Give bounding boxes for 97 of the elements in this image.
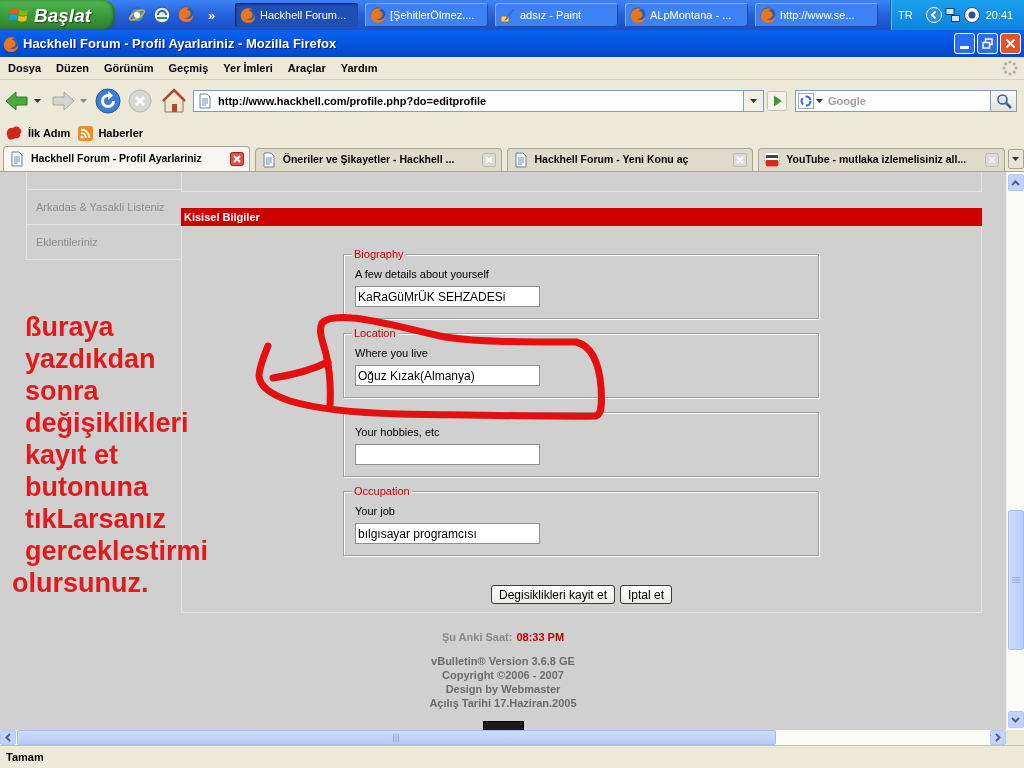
browser-icon xyxy=(240,7,256,23)
tray-app-icon[interactable] xyxy=(963,7,980,23)
form-button[interactable]: Degisiklikleri kayit et xyxy=(490,585,615,604)
chevron-down-icon xyxy=(1011,716,1020,723)
text-field[interactable]: KaRaGüMrÜK SEHZADESi xyxy=(355,286,540,307)
caret-down-icon[interactable] xyxy=(816,98,823,103)
footer-text: Copyright ©2006 - 2007 xyxy=(442,668,564,682)
footer-text: vBulletin® Version 3.6.8 GE xyxy=(431,654,575,668)
close-icon xyxy=(1005,38,1016,49)
address-field[interactable]: http://www.hackhell.com/profile.php?do=editprofile xyxy=(193,89,744,112)
browser-icon xyxy=(760,7,776,23)
tab-list-button[interactable] xyxy=(1008,149,1024,169)
section-header: Kisisel Bilgiler xyxy=(181,208,982,226)
close-icon[interactable] xyxy=(229,152,244,166)
footer-text: Design by Webmaster xyxy=(445,682,561,696)
scroll-down-button[interactable] xyxy=(1007,711,1024,728)
search-field[interactable]: Google xyxy=(795,89,991,112)
scroll-up-button[interactable] xyxy=(1007,174,1024,191)
paintbrush-icon xyxy=(500,7,516,23)
text-field[interactable] xyxy=(355,444,540,465)
chevron-up-icon xyxy=(1011,179,1020,186)
video-icon xyxy=(764,152,781,168)
page-icon xyxy=(9,151,25,167)
tab[interactable]: Hackhell Forum - Profil Ayarlariniz xyxy=(3,146,250,171)
rss-icon xyxy=(78,125,94,141)
chevron-left-icon[interactable] xyxy=(925,7,942,23)
app-icon[interactable] xyxy=(153,6,171,24)
chevron-left-icon xyxy=(5,733,11,742)
network-icon[interactable] xyxy=(944,7,961,23)
menu-item[interactable]: Araçlar xyxy=(287,59,326,77)
caret-down-icon[interactable] xyxy=(34,98,41,103)
restore-button[interactable] xyxy=(977,33,998,54)
page-icon xyxy=(260,152,277,168)
field-label: A few details about yourself xyxy=(355,268,490,281)
grip-icon xyxy=(1011,576,1020,584)
minimize-button[interactable] xyxy=(954,33,975,54)
form-button[interactable]: Iptal et xyxy=(620,585,673,604)
taskbar-button[interactable]: http://www.se... xyxy=(755,3,878,27)
browser-icon xyxy=(3,35,19,52)
restore-icon xyxy=(982,38,993,49)
menu-item[interactable]: Yer İmleri xyxy=(223,59,273,77)
tab[interactable]: Hackhell Forum - Yeni Konu aç xyxy=(506,148,754,171)
dropdown-button[interactable] xyxy=(744,89,764,112)
window-title: Hackhell Forum - Profil Ayarlariniz - Mozilla Firefox xyxy=(23,34,337,53)
taskbar-button[interactable]: [ŞehitlerÖlmez.... xyxy=(365,3,488,27)
windows-logo-icon xyxy=(9,5,29,25)
footer-text: Açılış Tarihi 17.Haziran.2005 xyxy=(429,696,577,710)
time-value: 08:33 PM xyxy=(516,630,565,644)
bookmark-item[interactable]: İlk Adım xyxy=(5,124,71,142)
field-label: Your job xyxy=(355,505,396,518)
caret-down-icon xyxy=(750,98,757,103)
status-text: Tamam xyxy=(6,749,44,765)
search-icon xyxy=(995,92,1012,109)
tab[interactable]: Öneriler ve Şikayetler - Hackhell ... xyxy=(254,148,502,171)
taskbar-button[interactable]: adsız - Paint xyxy=(495,3,618,27)
text-field[interactable]: bılgısayar programcısı xyxy=(355,523,540,544)
menu-item[interactable]: Görünüm xyxy=(104,59,154,77)
fieldset-legend: Biography xyxy=(352,248,406,261)
clock: 20:41 xyxy=(985,7,1014,23)
menu-item[interactable]: Dosya xyxy=(8,59,42,77)
page-icon xyxy=(197,92,213,109)
scroll-right-button[interactable] xyxy=(990,730,1006,745)
fieldset-legend: Location xyxy=(352,327,398,340)
time-label: Şu Anki Saat: xyxy=(441,630,513,644)
grip-icon xyxy=(393,733,400,742)
house-icon[interactable] xyxy=(162,88,186,113)
field-label: Where you live xyxy=(355,347,429,360)
more-button[interactable]: » xyxy=(208,8,216,22)
browser-icon xyxy=(370,7,386,23)
scrollbar-thumb[interactable] xyxy=(17,730,776,745)
page-icon xyxy=(512,152,529,168)
search-button[interactable] xyxy=(991,89,1017,112)
bookmark-icon xyxy=(5,125,23,141)
field-label: Your hobbies, etc xyxy=(355,426,441,439)
annotation-text: ßuraya yazdıkdan sonra değişiklikleri kayıt et butonuna tıkLarsanız gerceklestirmi olursunuz. xyxy=(12,311,209,599)
taskbar-button[interactable]: ALpMontana - ... xyxy=(625,3,748,27)
text-field[interactable]: Oğuz Kızak(Almanya) xyxy=(355,365,540,386)
menu-item[interactable]: Geçmiş xyxy=(168,59,209,77)
tab[interactable]: YouTube - mutlaka izlemelisiniz all... xyxy=(758,148,1005,171)
start-button[interactable]: Başlat xyxy=(0,0,115,30)
triangle-right-icon[interactable] xyxy=(767,90,787,111)
minimize-icon xyxy=(960,46,969,49)
scrollbar-thumb[interactable] xyxy=(1007,510,1024,650)
search-engine-icon[interactable] xyxy=(798,92,814,109)
chevron-right-icon xyxy=(995,733,1001,742)
throbber-icon xyxy=(1002,60,1018,76)
browser-icon xyxy=(630,7,646,23)
caret-down-icon xyxy=(1012,157,1020,161)
fieldset-legend: Occupation xyxy=(352,485,412,498)
close-button[interactable] xyxy=(1000,33,1021,54)
scroll-left-button[interactable] xyxy=(0,730,16,745)
globe-icon[interactable] xyxy=(128,6,146,24)
menu-item[interactable]: Yardım xyxy=(340,59,378,77)
reload-icon[interactable] xyxy=(95,87,121,114)
bookmark-item[interactable]: Haberler xyxy=(78,124,144,142)
taskbar-button[interactable]: Hackhell Forum... xyxy=(235,3,358,27)
menu-item[interactable]: Düzen xyxy=(56,59,90,77)
